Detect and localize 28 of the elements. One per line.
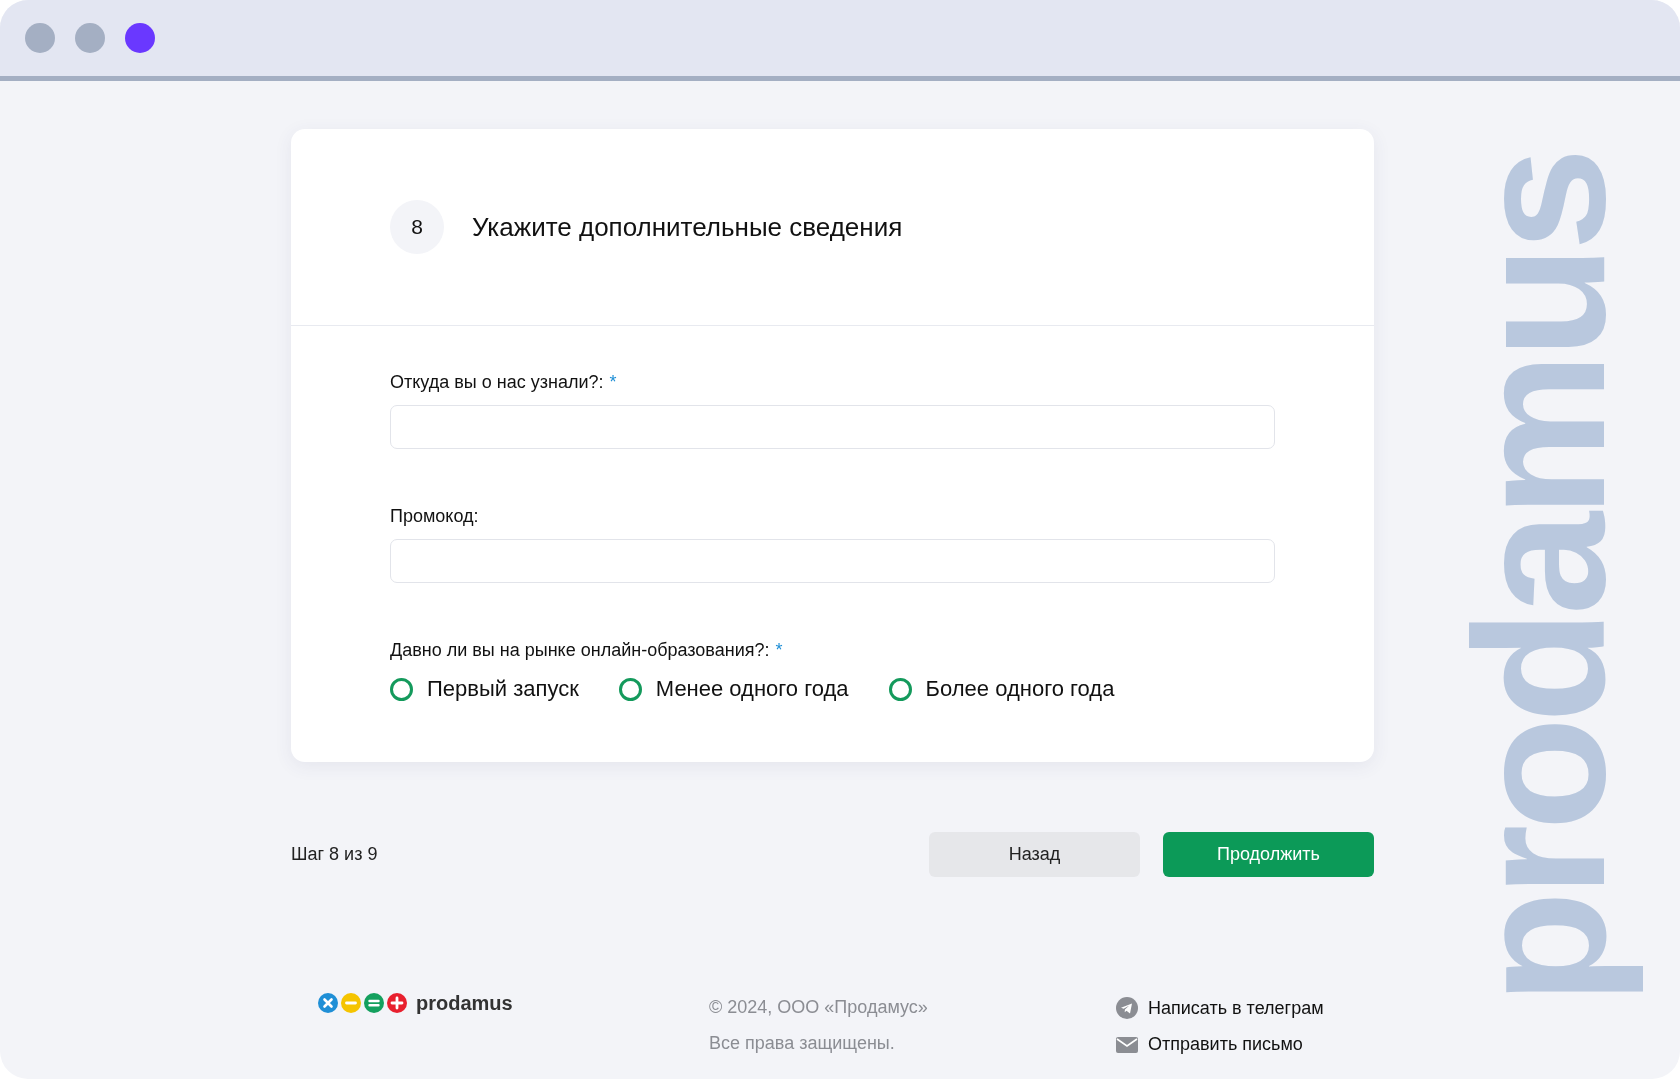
plus-sign-icon <box>387 993 407 1013</box>
minus-sign-icon <box>341 993 361 1013</box>
radio-option[interactable]: Менее одного года <box>618 676 849 702</box>
copyright-text: © 2024, ООО «Продамус» <box>709 997 929 1018</box>
backdrop-wordmark: prodamus <box>1435 152 1645 1007</box>
field-label: Промокод: <box>390 506 480 527</box>
equals-sign-icon <box>364 993 384 1013</box>
window-dot[interactable] <box>25 23 55 53</box>
form-title: Укажите дополнительные сведения <box>472 211 903 243</box>
email-link[interactable]: Отправить письмо <box>1116 1034 1324 1055</box>
cross-sign-icon <box>318 993 338 1013</box>
logo[interactable]: prodamus <box>318 991 709 1015</box>
paper-plane-icon <box>1116 997 1138 1019</box>
radio-option[interactable]: Первый запуск <box>390 676 579 702</box>
window-dot[interactable] <box>75 23 105 53</box>
window-dot[interactable] <box>125 23 155 53</box>
envelope-icon <box>1116 1036 1138 1053</box>
rights-text: Все права защищены. <box>709 1033 896 1054</box>
step-counter: Шаг 8 из 9 <box>291 844 378 865</box>
input-field[interactable] <box>390 405 1275 449</box>
continue-button[interactable]: Продолжить <box>1163 832 1374 877</box>
back-button[interactable]: Назад <box>929 832 1140 877</box>
field-label: Давно ли вы на рынке онлайн-образования?: * <box>390 640 784 661</box>
step-number: 8 <box>390 200 444 254</box>
radio-option[interactable]: Более одного года <box>888 676 1115 702</box>
input-field[interactable] <box>390 539 1275 583</box>
field-label: Откуда вы о нас узнали?: * <box>390 372 618 393</box>
telegram-link[interactable]: Написать в телеграм <box>1116 997 1324 1019</box>
